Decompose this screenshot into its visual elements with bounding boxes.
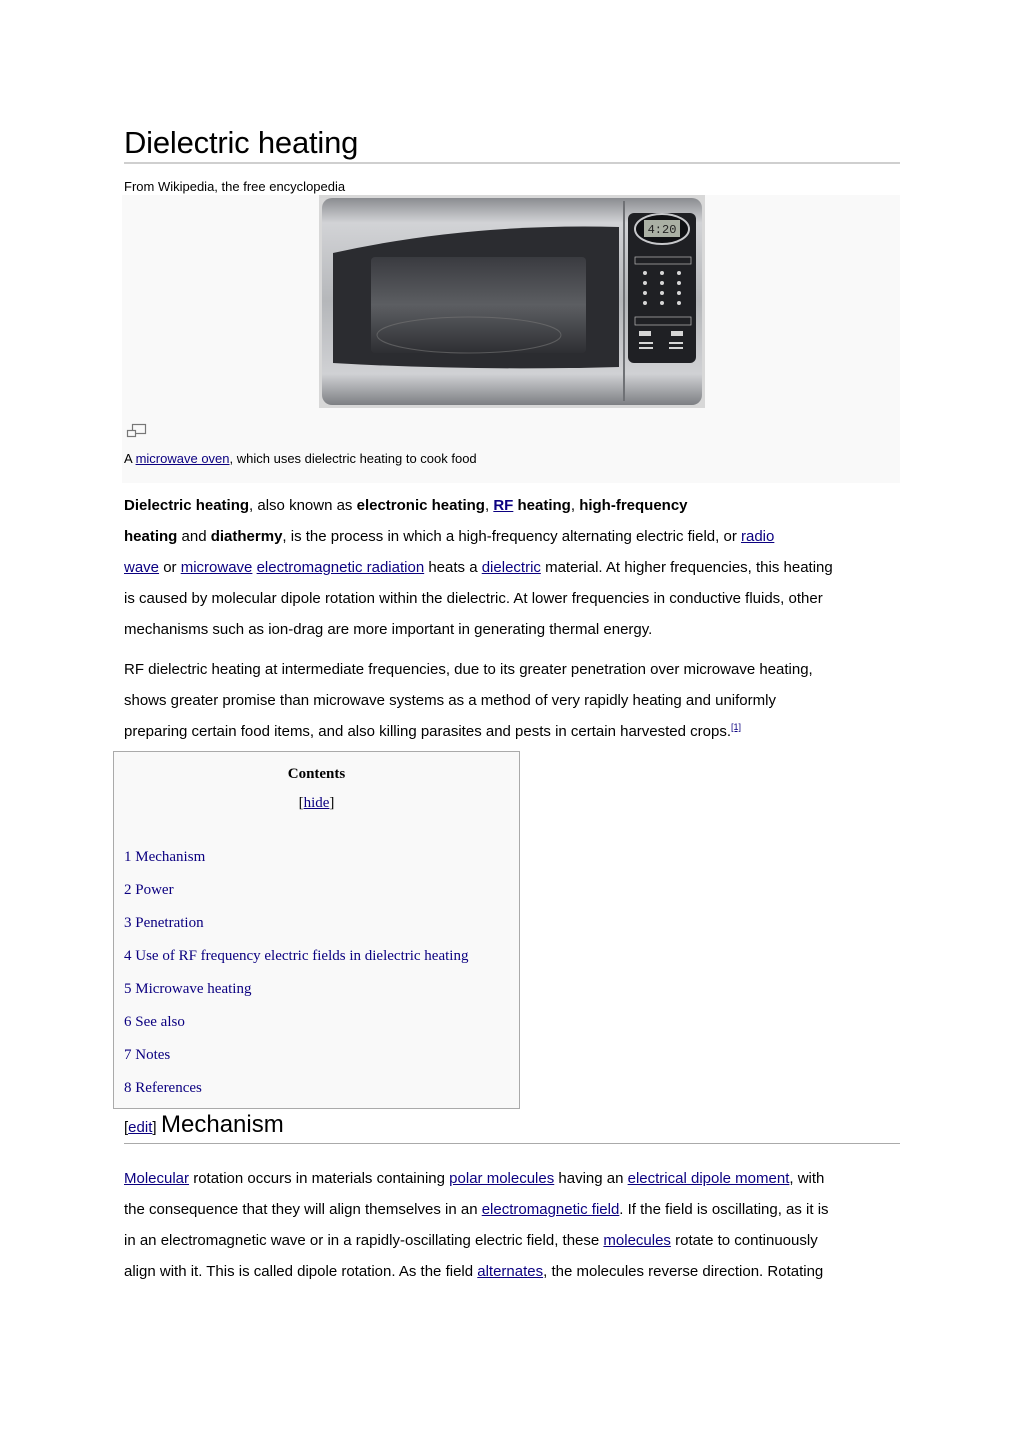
text-line: wave or microwave electromagnetic radiat… xyxy=(124,559,833,576)
figure-thumbnail: 4:20 A microwave oven, which uses dielec… xyxy=(122,195,900,483)
edit-link[interactable]: edit xyxy=(128,1119,152,1136)
toc-item-notes[interactable]: 7 Notes xyxy=(124,1046,170,1064)
mechanism-paragraph: Molecular rotation occurs in materials c… xyxy=(124,1163,900,1287)
toc-hide-link[interactable]: hide xyxy=(304,795,330,811)
toc-item-see-also[interactable]: 6 See also xyxy=(124,1013,185,1031)
text-line: in an electromagnetic wave or in a rapid… xyxy=(124,1232,818,1249)
microwave-link[interactable]: microwave xyxy=(181,559,253,576)
radio-wave-link[interactable]: radio xyxy=(741,528,774,545)
molecules-link[interactable]: molecules xyxy=(603,1232,671,1249)
toc-item-references[interactable]: 8 References xyxy=(124,1079,202,1097)
microwave-oven-illustration: 4:20 xyxy=(319,195,705,408)
text-line: is caused by molecular dipole rotation w… xyxy=(124,590,823,607)
text-line: Dielectric heating, also known as electr… xyxy=(124,497,688,514)
toc-title: Contents xyxy=(287,766,346,782)
text-line: heating and diathermy, is the process in… xyxy=(124,528,775,545)
text-line: Molecular rotation occurs in materials c… xyxy=(124,1170,825,1187)
caption-text: , which uses dielectric heating to cook … xyxy=(229,451,477,466)
intro-paragraph-2: RF dielectric heating at intermediate fr… xyxy=(124,654,900,747)
microwave-oven-image[interactable]: 4:20 xyxy=(319,195,705,408)
radio-wave-link[interactable]: wave xyxy=(124,559,159,576)
text-line: shows greater promise than microwave sys… xyxy=(124,692,776,709)
intro-paragraph-1: Dielectric heating, also known as electr… xyxy=(124,490,900,645)
electrical-dipole-moment-link[interactable]: electrical dipole moment xyxy=(628,1170,790,1187)
text-line: mechanisms such as ion-drag are more imp… xyxy=(124,621,653,638)
section-heading-mechanism: [edit] Mechanism xyxy=(124,1110,900,1144)
microwave-oven-link[interactable]: microwave oven xyxy=(136,451,230,466)
text-line: align with it. This is called dipole rot… xyxy=(124,1263,824,1280)
caption-text: A xyxy=(124,451,136,466)
oven-clock-display: 4:20 xyxy=(648,223,677,237)
site-subtitle: From Wikipedia, the free encyclopedia xyxy=(124,179,346,194)
reference-1-link[interactable]: [1] xyxy=(731,722,741,732)
toc-item-microwave-heating[interactable]: 5 Microwave heating xyxy=(124,980,251,998)
toc-item-rf-fields[interactable]: 4 Use of RF frequency electric fields in… xyxy=(124,947,468,965)
toc-item-mechanism[interactable]: 1 Mechanism xyxy=(124,848,205,866)
electromagnetic-field-link[interactable]: electromagnetic field xyxy=(482,1201,620,1218)
molecular-link[interactable]: Molecular xyxy=(124,1170,189,1187)
edit-section: [edit] xyxy=(124,1119,157,1136)
text-line: RF dielectric heating at intermediate fr… xyxy=(124,661,813,678)
electromagnetic-radiation-link[interactable]: electromagnetic radiation xyxy=(257,559,425,576)
toc-toggle: [hide] xyxy=(298,795,335,811)
enlarge-icon[interactable] xyxy=(126,422,148,438)
text-line: the consequence that they will align the… xyxy=(124,1201,829,1218)
page-title: Dielectric heating xyxy=(124,124,900,164)
toc-item-penetration[interactable]: 3 Penetration xyxy=(124,914,204,932)
figure-caption: A microwave oven, which uses dielectric … xyxy=(124,451,477,467)
text-line: preparing certain food items, and also k… xyxy=(124,722,742,741)
table-of-contents: Contents [hide] 1 Mechanism 2 Power 3 Pe… xyxy=(113,751,520,1109)
alternates-link[interactable]: alternates xyxy=(477,1263,543,1280)
dielectric-link[interactable]: dielectric xyxy=(482,559,541,576)
rf-link[interactable]: RF xyxy=(493,497,513,514)
polar-molecules-link[interactable]: polar molecules xyxy=(449,1170,554,1187)
toc-item-power[interactable]: 2 Power xyxy=(124,881,174,899)
section-title: Mechanism xyxy=(161,1111,284,1138)
